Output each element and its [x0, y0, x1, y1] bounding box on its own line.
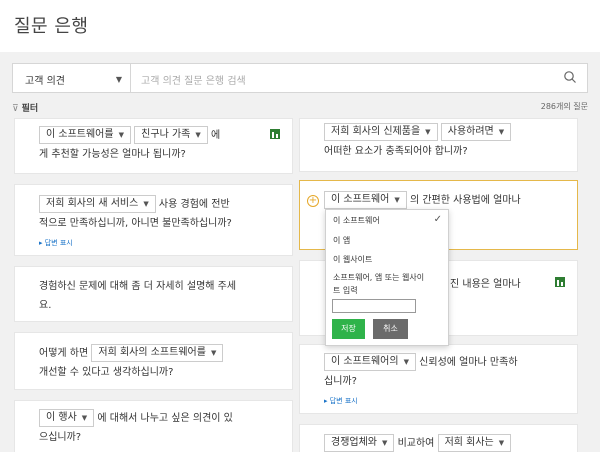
dropdown-option-software[interactable]: 이 소프트웨어 [333, 215, 380, 226]
page-header: 질문 은행 [0, 0, 600, 52]
option-select[interactable]: 저희 회사는 ▼ [437, 434, 512, 452]
filter-row: ⊽ 필터 286개의 질문 [12, 101, 588, 115]
show-answers-link[interactable]: ▸ 답변 표시 [39, 239, 73, 247]
chevron-down-icon: ▼ [81, 414, 88, 422]
option-select[interactable]: 이 소프트웨어를 ▼ [39, 126, 131, 144]
dropdown-option-app[interactable]: 이 앱 [333, 235, 350, 246]
question-text: 적으로 만족하십니까, 아니면 불만족하십니까? [39, 218, 232, 229]
bar-chart-icon[interactable] [270, 129, 280, 139]
save-button[interactable]: 저장 [332, 319, 365, 339]
custom-option-input[interactable] [332, 299, 416, 313]
chevron-down-icon: ▼ [403, 358, 409, 366]
question-text: 어떠한 요소가 충족되어야 합니까? [324, 146, 468, 157]
question-text: 진 내용은 얼마나 [450, 279, 521, 290]
category-select[interactable]: 고객 의견 ▼ [13, 64, 131, 92]
show-answers-link[interactable]: ▸ 답변 표시 [324, 397, 358, 405]
chevron-down-icon: ▼ [115, 75, 122, 84]
chevron-down-icon: ▼ [394, 196, 400, 204]
question-card[interactable]: 경험하신 문제에 대해 좀 더 자세히 설명해 주세 요. [14, 266, 293, 322]
checkmark-icon: ✓ [433, 214, 442, 225]
search-icon[interactable] [563, 70, 577, 84]
question-card[interactable]: 저희 회사의 새 서비스 ▼ 사용 경험에 전반 적으로 만족하십니까, 아니면 … [14, 184, 293, 256]
chevron-down-icon: ▼ [498, 128, 505, 136]
question-card[interactable]: 이 행사 ▼ 에 대해서 나누고 싶은 의견이 있 으십니까? [14, 400, 293, 452]
question-text: 으십니까? [39, 432, 82, 443]
add-icon[interactable]: + [307, 195, 319, 207]
chevron-down-icon: ▼ [498, 439, 505, 447]
category-select-value: 고객 의견 [25, 76, 65, 87]
question-text: 어떻게 하면 [39, 348, 89, 359]
filter-toggle[interactable]: ⊽ 필터 [12, 101, 38, 114]
search-bar: 고객 의견 ▼ 고객 의견 질문 은행 검색 [12, 63, 588, 93]
question-text: 의 간편한 사용법에 얼마나 [409, 195, 521, 206]
chevron-down-icon: ▼ [195, 131, 201, 139]
page-title: 질문 은행 [14, 16, 89, 37]
search-input[interactable]: 고객 의견 질문 은행 검색 [141, 72, 246, 87]
cancel-button[interactable]: 취소 [373, 319, 408, 339]
question-text: 요. [39, 300, 52, 311]
question-card[interactable]: 이 소프트웨어를 ▼ 친구나 가족 ▼ 에 게 추천할 가능성은 얼마나 됩니까? [14, 118, 293, 174]
question-text: 신뢰성에 얼마나 만족하 [419, 357, 518, 368]
bar-chart-icon[interactable] [555, 277, 565, 287]
chevron-down-icon: ▼ [143, 200, 149, 208]
question-count: 286개의 질문 [540, 102, 588, 111]
chevron-down-icon: ▼ [210, 349, 217, 357]
question-card[interactable]: 경쟁업체와 ▼ 비교하여 저희 회사는 ▼ [299, 424, 578, 452]
dropdown-option-website[interactable]: 이 웹사이트 [333, 254, 372, 265]
funnel-icon: ⊽ [12, 104, 19, 114]
question-text: 비교하여 [397, 438, 435, 449]
option-select[interactable]: 경쟁업체와 ▼ [324, 434, 395, 452]
option-dropdown-menu: 이 소프트웨어 ✓ 이 앱 이 웹사이트 소프트웨어, 앱 또는 웹사이 트 입력… [325, 209, 449, 346]
option-select[interactable]: 친구나 가족 ▼ [134, 126, 208, 144]
question-text: 십니까? [324, 376, 357, 387]
question-text: 경험하신 문제에 대해 좀 더 자세히 설명해 주세 [39, 281, 237, 292]
option-select[interactable]: 저희 회사의 새 서비스 ▼ [39, 195, 156, 213]
question-text: 에 [210, 130, 221, 141]
option-select[interactable]: 저희 회사의 신제품을 ▼ [324, 123, 438, 141]
chevron-down-icon: ▼ [425, 128, 431, 136]
chevron-down-icon: ▼ [118, 131, 124, 139]
option-select[interactable]: 사용하려면 ▼ [440, 123, 512, 141]
question-text: 사용 경험에 전반 [158, 199, 230, 210]
question-text: 개선할 수 있다고 생각하십니까? [39, 367, 174, 378]
filter-label: 필터 [21, 104, 39, 114]
dropdown-option-custom[interactable]: 소프트웨어, 앱 또는 웹사이 트 입력 [333, 271, 424, 297]
chevron-down-icon: ▼ [382, 439, 388, 447]
option-select[interactable]: 저희 회사의 소프트웨어를 ▼ [91, 344, 224, 362]
question-card[interactable]: 저희 회사의 신제품을 ▼ 사용하려면 ▼ 어떠한 요소가 충족되어야 합니까? [299, 118, 578, 172]
option-select[interactable]: 이 행사 ▼ [39, 409, 95, 427]
option-select-open[interactable]: 이 소프트웨어 ▼ [324, 191, 407, 209]
question-text: 게 추천할 가능성은 얼마나 됩니까? [39, 149, 186, 160]
question-card[interactable]: 이 소프트웨어의 ▼ 신뢰성에 얼마나 만족하 십니까? ▸ 답변 표시 [299, 344, 578, 414]
question-card[interactable]: 어떻게 하면 저희 회사의 소프트웨어를 ▼ 개선할 수 있다고 생각하십니까? [14, 332, 293, 390]
question-text: 에 대해서 나누고 싶은 의견이 있 [97, 413, 233, 424]
option-select[interactable]: 이 소프트웨어의 ▼ [324, 353, 416, 371]
